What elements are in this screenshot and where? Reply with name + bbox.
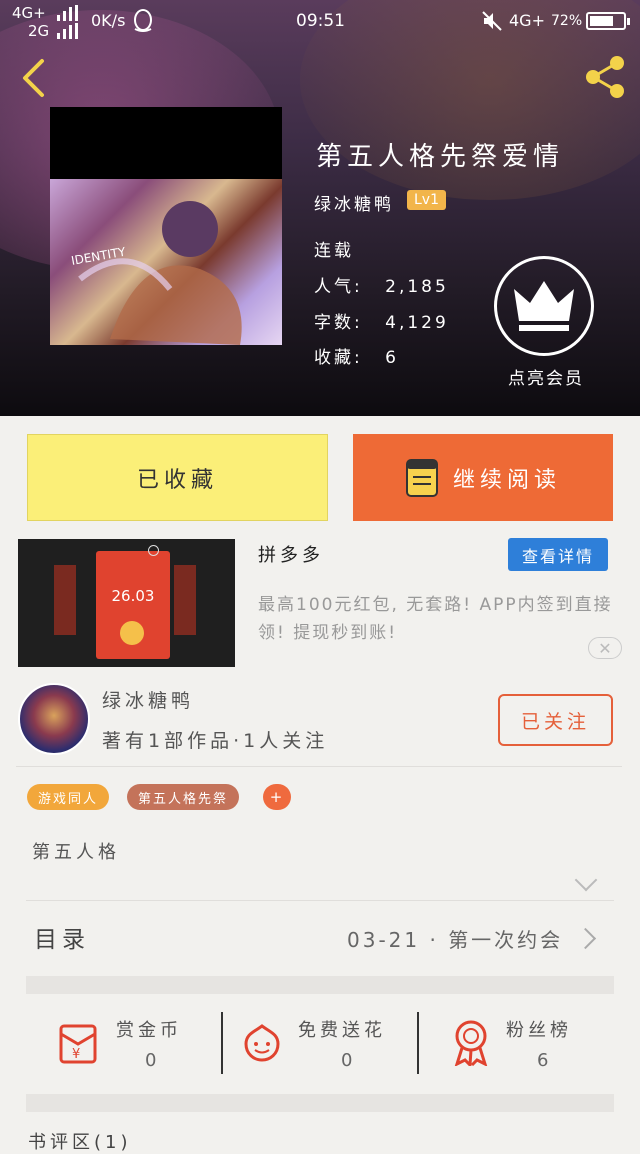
continue-label: 继续阅读 [452, 467, 561, 493]
words-value: 4,129 [385, 313, 449, 333]
tag-game-fanfic[interactable]: 游戏同人 [27, 784, 110, 810]
stat-separator [221, 1012, 223, 1074]
book-description[interactable]: 第五人格 [32, 838, 120, 864]
popularity-row: 人气: 2,185 [314, 272, 449, 297]
book-cover[interactable]: IDENTITY [50, 107, 282, 345]
cover-illustration: IDENTITY [50, 179, 282, 345]
tag-label: 游戏同人 [38, 791, 99, 807]
tag-label: 第五人格先祭 [138, 791, 229, 807]
ad-close-icon[interactable]: ✕ [588, 637, 622, 659]
book-header: 4G+ 2G 0K/s 09:51 4G+ 72% IDENTITY 第五人格先… [0, 0, 640, 416]
network-indicator: 4G+ [12, 4, 46, 22]
vip-label[interactable]: 点亮会员 [496, 364, 596, 389]
follow-button[interactable]: 已关注 [498, 694, 613, 746]
section-separator [26, 1094, 614, 1112]
flower-value: 0 [341, 1050, 353, 1071]
battery-percent: 72% [551, 13, 583, 29]
author-stats: 著有1部作品·1人关注 [102, 730, 329, 752]
ad-image-close-icon [148, 545, 159, 556]
back-icon[interactable] [20, 58, 46, 98]
status-bar: 4G+ 2G 0K/s 09:51 4G+ 72% [0, 0, 640, 42]
medal-icon[interactable] [448, 1018, 494, 1066]
book-author[interactable]: 绿冰糖鸭 [314, 190, 394, 215]
signal-icon [57, 5, 78, 39]
favorites-label: 收藏: [314, 348, 363, 368]
author-avatar[interactable] [18, 683, 90, 755]
ad-panel-left [54, 565, 76, 635]
ad-image[interactable]: 26.03 [18, 539, 235, 667]
battery-level [590, 16, 614, 26]
favorites-value: 6 [385, 348, 399, 368]
favorited-button[interactable]: 已收藏 [27, 434, 328, 521]
crown-icon [514, 281, 574, 331]
ad-red-envelope: 26.03 [96, 551, 170, 659]
red-envelope-icon[interactable]: ¥ [55, 1020, 101, 1066]
author-level-badge: Lv1 [407, 190, 446, 210]
flower-label[interactable]: 免费送花 [298, 1016, 386, 1042]
chevron-right-icon[interactable] [574, 927, 597, 950]
qq-icon [134, 9, 152, 32]
flower-icon[interactable] [240, 1020, 284, 1066]
book-status: 连载 [314, 241, 354, 261]
popularity-label: 人气: [314, 277, 363, 297]
author-name[interactable]: 绿冰糖鸭 [102, 686, 194, 713]
book-icon [405, 458, 438, 497]
toc-label[interactable]: 目录 [34, 920, 90, 954]
words-row: 字数: 4,129 [314, 308, 449, 333]
popularity-value: 2,185 [385, 277, 449, 297]
svg-text:¥: ¥ [72, 1047, 80, 1062]
ad-description[interactable]: 最高100元红包, 无套路! APP内签到直接领! 提现秒到账! [258, 591, 628, 647]
words-label: 字数: [314, 313, 363, 333]
add-tag-button[interactable]: + [263, 784, 291, 810]
add-tag-label: + [269, 788, 285, 806]
fans-value: 6 [537, 1050, 549, 1071]
fans-label[interactable]: 粉丝榜 [506, 1016, 572, 1042]
network-speed: 0K/s [91, 11, 126, 30]
continue-reading-button[interactable]: 继续阅读 [353, 434, 613, 521]
ad-details-button[interactable]: 查看详情 [508, 538, 608, 571]
divider [26, 900, 614, 901]
network-indicator-2g: 2G [28, 22, 50, 40]
stat-separator [417, 1012, 419, 1074]
share-icon[interactable] [582, 54, 628, 100]
mute-icon [482, 11, 502, 31]
book-title: 第五人格先祭爱情 [316, 142, 565, 172]
tag-identity-v[interactable]: 第五人格先祭 [127, 784, 240, 810]
comments-section-title[interactable]: 书评区(1) [28, 1128, 132, 1154]
network-indicator-right: 4G+ [509, 11, 545, 30]
cover-figure: IDENTITY [70, 201, 242, 345]
ad-open-icon [120, 621, 144, 645]
ad-amount: 26.03 [111, 587, 155, 605]
favorited-label: 已收藏 [136, 467, 218, 493]
latest-chapter[interactable]: 03-21 · 第一次约会 [347, 924, 563, 953]
divider [16, 766, 622, 767]
bounty-value: 0 [145, 1050, 157, 1071]
clock: 09:51 [296, 11, 345, 31]
section-separator [26, 976, 614, 994]
vip-button[interactable] [494, 256, 594, 356]
battery-icon [586, 12, 630, 30]
favorites-row: 收藏: 6 [314, 343, 399, 368]
bounty-label[interactable]: 赏金币 [116, 1016, 182, 1042]
expand-chevron-down-icon[interactable] [574, 868, 598, 892]
ad-panel-right [174, 565, 196, 635]
ad-title[interactable]: 拼多多 [258, 541, 324, 567]
